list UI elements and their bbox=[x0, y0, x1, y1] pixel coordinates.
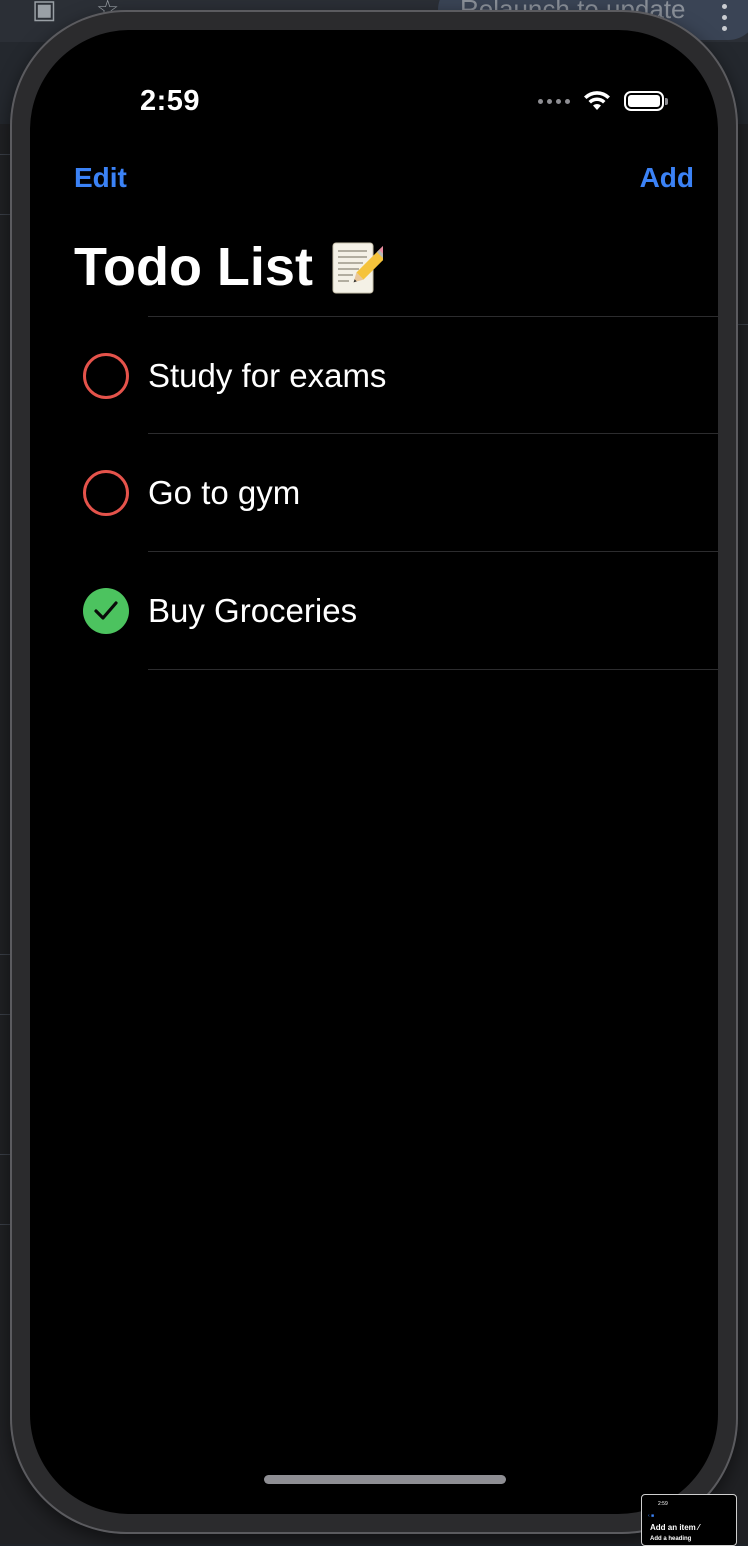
thumbnail-time: 2:59 bbox=[658, 1501, 668, 1507]
todo-row-groceries[interactable]: Buy Groceries bbox=[30, 552, 718, 670]
incomplete-circle-icon[interactable] bbox=[83, 470, 129, 516]
todo-label: Go to gym bbox=[148, 474, 301, 511]
wifi-icon bbox=[584, 91, 610, 110]
edit-button[interactable]: Edit bbox=[74, 162, 127, 194]
screenshot-thumbnail[interactable]: 2:59 ‹ ■ Add an item ⁄ Add a heading bbox=[641, 1494, 737, 1546]
thumbnail-heading: Add an item ⁄ bbox=[650, 1523, 700, 1532]
thumbnail-subheading: Add a heading bbox=[650, 1536, 692, 1542]
checkmark-circle-icon[interactable] bbox=[83, 588, 129, 634]
battery-icon bbox=[624, 91, 668, 111]
todo-label: Study for exams bbox=[148, 357, 387, 394]
memo-icon bbox=[331, 239, 391, 295]
add-button[interactable]: Add bbox=[640, 162, 694, 194]
home-indicator[interactable] bbox=[264, 1475, 506, 1484]
cast-icon[interactable]: ▣ bbox=[32, 0, 57, 25]
list-separator bbox=[148, 669, 718, 670]
incomplete-circle-icon[interactable] bbox=[83, 353, 129, 399]
page-title-text: Todo List bbox=[74, 237, 313, 297]
cellular-signal-icon bbox=[538, 98, 570, 104]
iphone-screen: 2:59 Edit Add Todo List Study for exams … bbox=[30, 30, 718, 1514]
thumbnail-back-icon: ‹ ■ bbox=[648, 1513, 655, 1519]
status-time: 2:59 bbox=[140, 85, 201, 117]
browser-menu-icon[interactable] bbox=[722, 4, 728, 37]
todo-row-gym[interactable]: Go to gym bbox=[30, 434, 718, 552]
page-title: Todo List bbox=[74, 236, 391, 298]
todo-row-study[interactable]: Study for exams bbox=[30, 317, 718, 435]
todo-label: Buy Groceries bbox=[148, 592, 358, 629]
iphone-frame: 2:59 Edit Add Todo List Study for exams … bbox=[10, 10, 738, 1534]
status-indicators bbox=[538, 86, 668, 116]
